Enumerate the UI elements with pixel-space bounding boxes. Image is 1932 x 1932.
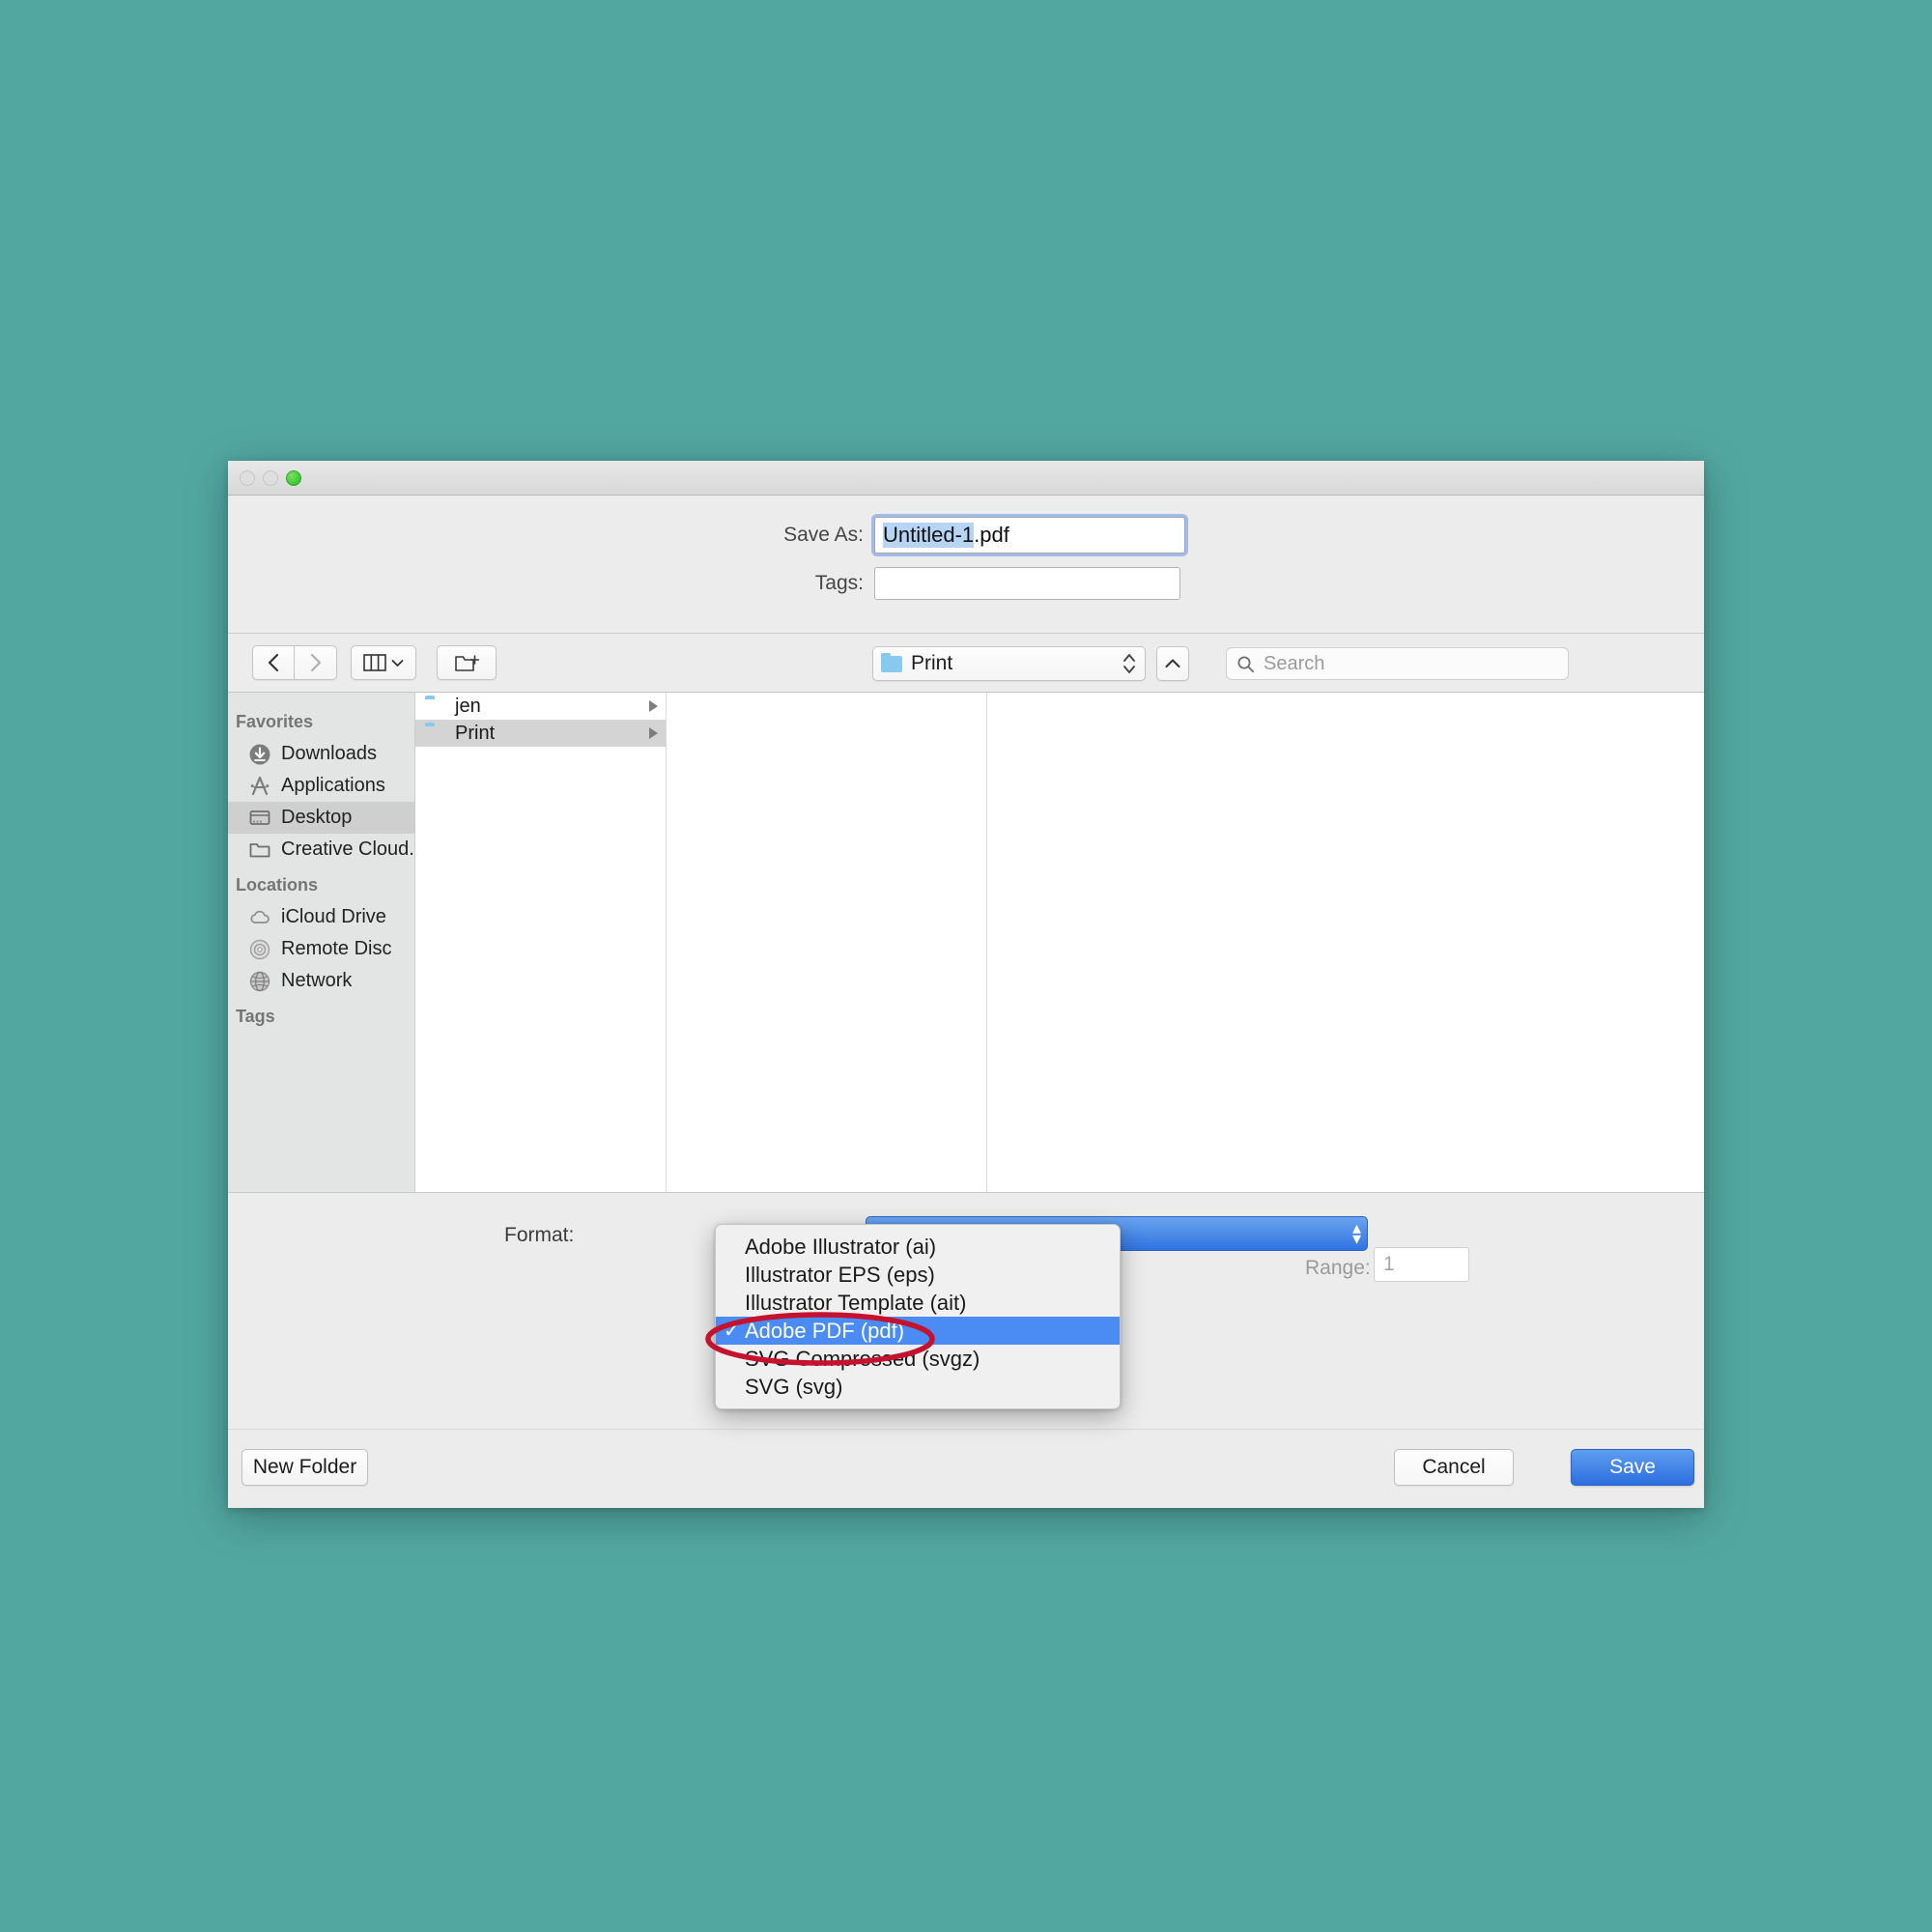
menu-item-adobe-illustrator[interactable]: Adobe Illustrator (ai) [716,1233,1120,1261]
menu-item-label: Illustrator Template (ait) [745,1290,967,1315]
browser-column-3[interactable] [987,693,1704,1192]
sidebar-item-creative-cloud[interactable]: Creative Cloud... [228,834,414,866]
applications-icon [247,774,272,799]
save-as-label: Save As: [783,524,864,546]
menu-item-svg-compressed[interactable]: SVG Compressed (svgz) [716,1345,1120,1373]
sidebar-section-tags-header: Tags [236,1007,275,1026]
chevron-down-icon [391,659,404,667]
minimize-button-icon[interactable] [263,470,278,486]
menu-item-illustrator-template[interactable]: Illustrator Template (ait) [716,1289,1120,1317]
column-view-icon [363,654,386,671]
downloads-icon [247,742,272,767]
desktop-icon [247,806,272,831]
menu-item-label: SVG (svg) [745,1374,843,1399]
back-button[interactable] [252,645,295,680]
menu-item-label: Adobe PDF (pdf) [745,1318,905,1343]
sidebar-item-label: iCloud Drive [281,906,386,927]
name-fields-area: Save As: Untitled-1 .pdf Tags: [228,496,1704,633]
tags-label: Tags: [814,572,864,594]
tags-input[interactable] [874,567,1180,600]
zoom-button-icon[interactable] [286,470,301,486]
menu-item-label: Adobe Illustrator (ai) [745,1234,937,1259]
disclosure-arrow-icon [649,727,658,739]
sidebar-item-label: Remote Disc [281,938,392,959]
disc-icon [247,937,272,962]
new-folder-button[interactable]: New Folder [242,1449,368,1486]
range-label: Range: [1305,1257,1371,1279]
sidebar-section-favorites-header: Favorites [236,712,314,731]
list-item[interactable]: jen [415,693,666,720]
path-popup-button[interactable]: Print [872,646,1146,681]
sidebar-item-desktop[interactable]: Desktop [228,802,414,834]
chevron-up-icon [1165,659,1180,668]
new-folder-icon [455,655,479,671]
sidebar-item-label: Network [281,970,353,991]
menu-item-adobe-pdf[interactable]: ✓ Adobe PDF (pdf) [716,1317,1120,1345]
sidebar-section-locations-header: Locations [236,875,319,895]
tags-row: Tags: [228,567,1704,600]
checkmark-icon: ✓ [724,1321,740,1342]
search-field[interactable]: Search [1226,647,1569,680]
folder-icon [247,838,272,863]
traffic-light-group [240,470,301,486]
cancel-button[interactable]: Cancel [1394,1449,1514,1486]
navigation-button-group [252,645,337,680]
save-button[interactable]: Save [1571,1449,1694,1486]
sidebar-item-label: Applications [281,775,385,796]
sidebar-item-label: Desktop [281,807,353,828]
finder-toolbar: Print Search [228,633,1704,693]
folder-icon [425,698,446,715]
search-icon [1237,656,1255,672]
folder-icon [425,725,446,742]
new-folder-toolbar-button[interactable] [437,645,497,680]
menu-item-illustrator-eps[interactable]: Illustrator EPS (eps) [716,1261,1120,1289]
menu-item-label: Illustrator EPS (eps) [745,1262,935,1287]
stepper-updown-icon: ▴ ▾ [1351,1218,1361,1248]
view-mode-button[interactable] [351,645,416,680]
forward-button[interactable] [295,645,337,680]
cloud-icon [247,905,272,930]
chevron-right-icon [310,653,321,672]
sidebar-item-downloads[interactable]: Downloads [228,738,414,770]
sidebar-item-applications[interactable]: Applications [228,770,414,802]
file-name: Print [455,722,496,744]
path-popup-value: Print [911,652,953,674]
chevron-left-icon [268,653,279,672]
menu-item-svg[interactable]: SVG (svg) [716,1373,1120,1401]
stepper-updown-icon [1123,654,1135,673]
window-titlebar [228,461,1704,496]
range-input[interactable]: 1 [1374,1247,1469,1282]
disclosure-arrow-icon [649,700,658,712]
sidebar-item-remote-disc[interactable]: Remote Disc [228,933,414,965]
globe-icon [247,969,272,994]
list-item[interactable]: Print [415,720,666,747]
dialog-bottom-bar: New Folder Cancel Save [228,1429,1704,1508]
browser-column-1: jen Print [415,693,667,1192]
browser-column-2[interactable] [667,693,987,1192]
sidebar: Favorites Downloads Applications Desktop… [228,693,415,1192]
column-view: jen Print [415,693,1704,1192]
format-label: Format: [504,1224,575,1246]
save-as-row: Save As: Untitled-1 .pdf [228,517,1704,554]
search-placeholder: Search [1264,652,1325,674]
sidebar-item-label: Downloads [281,743,377,764]
menu-item-label: SVG Compressed (svgz) [745,1346,980,1371]
save-as-selected-text: Untitled-1 [883,523,975,548]
folder-icon [881,652,902,672]
close-button-icon[interactable] [240,470,255,486]
sidebar-item-icloud-drive[interactable]: iCloud Drive [228,901,414,933]
go-up-button[interactable] [1156,646,1189,681]
sidebar-item-network[interactable]: Network [228,965,414,997]
file-name: jen [455,695,481,717]
save-as-extension-text: .pdf [974,523,1009,547]
file-browser: Favorites Downloads Applications Desktop… [228,693,1704,1192]
format-dropdown-menu: Adobe Illustrator (ai) Illustrator EPS (… [715,1224,1121,1409]
sidebar-item-label: Creative Cloud... [281,838,414,860]
save-as-input[interactable]: Untitled-1 .pdf [874,517,1185,554]
